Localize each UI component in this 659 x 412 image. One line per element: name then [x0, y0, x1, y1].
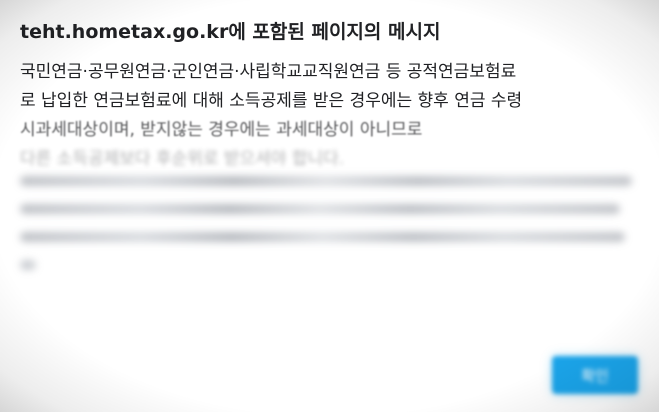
alert-dialog: teht.hometax.go.kr에 포함된 페이지의 메시지 국민연금·공무… [0, 0, 659, 412]
blurred-text-line [20, 204, 620, 214]
message-line: 시과세대상이며, 받지않는 경우에는 과세대상이 아니므로 [20, 120, 423, 140]
blurred-message-text [20, 170, 640, 280]
blurred-text-line [20, 260, 36, 270]
dialog-message: 국민연금·공무원연금·군인연금·사립학교교직원연금 등 공적연금보험료 로 납입… [20, 58, 645, 174]
dialog-title: teht.hometax.go.kr에 포함된 페이지의 메시지 [20, 21, 441, 43]
message-line: 국민연금·공무원연금·군인연금·사립학교교직원연금 등 공적연금보험료 [20, 62, 517, 82]
blurred-text-line [20, 232, 625, 242]
blurred-text-line [20, 176, 632, 186]
ok-button[interactable]: 확인 [552, 356, 638, 394]
message-line: 로 납입한 연금보험료에 대해 소득공제를 받은 경우에는 향후 연금 수령 [20, 91, 523, 111]
